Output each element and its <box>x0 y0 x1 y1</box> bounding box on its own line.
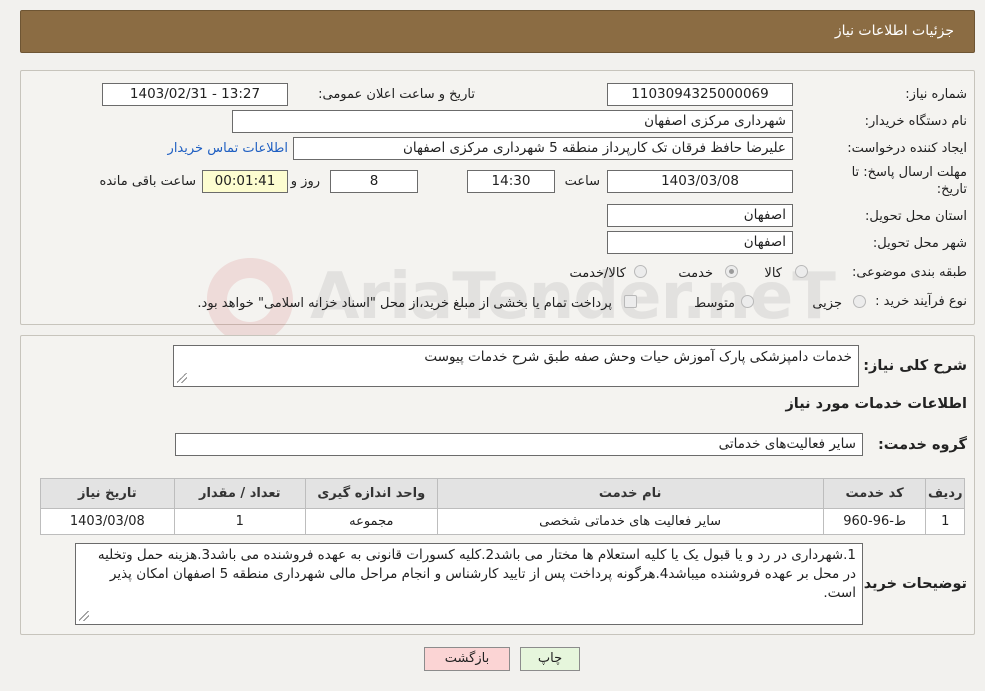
days-label: روز و <box>290 174 320 189</box>
creator-label: ایجاد کننده درخواست: <box>847 141 967 156</box>
category-option-goods-service: کالا/خدمت <box>569 266 626 281</box>
table-row: 1 ط-96-960 سایر فعالیت های خدماتی شخصی م… <box>40 508 965 535</box>
need-number-field: 1103094325000069 <box>607 83 793 106</box>
summary-field: خدمات دامپزشکی پارک آموزش حیات وحش صفه ط… <box>173 345 859 387</box>
resize-grip-icon[interactable] <box>177 373 187 383</box>
service-group-field: سایر فعالیت‌های خدماتی <box>175 433 863 456</box>
announce-label: تاریخ و ساعت اعلان عمومی: <box>318 87 475 102</box>
category-option-goods: کالا <box>764 266 782 281</box>
remaining-time-field: 00:01:41 <box>202 170 288 193</box>
page-header: جزئیات اطلاعات نیاز <box>20 10 975 53</box>
category-label: طبقه بندی موضوعی: <box>851 265 967 280</box>
col-row-number: ردیف <box>925 478 965 509</box>
cell-quantity: 1 <box>173 508 307 535</box>
buyer-notes-text: 1.شهرداری در رد و یا قبول یک یا کلیه است… <box>97 547 856 601</box>
col-service-code: کد خدمت <box>822 478 927 509</box>
services-table-header: ردیف کد خدمت نام خدمت واحد اندازه گیری ت… <box>40 478 965 509</box>
cell-need-date: 1403/03/08 <box>40 508 175 535</box>
process-label: نوع فرآیند خرید : <box>875 294 967 309</box>
buyer-notes-field: 1.شهرداری در رد و یا قبول یک یا کلیه است… <box>75 543 863 625</box>
process-radio-medium[interactable] <box>741 295 754 308</box>
col-quantity: تعداد / مقدار <box>173 478 307 509</box>
deadline-label-line2: تاریخ: <box>936 182 967 197</box>
col-service-name: نام خدمت <box>436 478 824 509</box>
cell-unit: مجموعه <box>305 508 438 535</box>
need-number-label: شماره نیاز: <box>905 87 967 102</box>
category-option-service: خدمت <box>678 266 713 281</box>
category-radio-goods-service[interactable] <box>634 265 647 278</box>
summary-text: خدمات دامپزشکی پارک آموزش حیات وحش صفه ط… <box>424 349 852 365</box>
buyer-org-label: نام دستگاه خریدار: <box>864 114 967 129</box>
remaining-label: ساعت باقی مانده <box>99 174 196 189</box>
services-section-title: اطلاعات خدمات مورد نیاز <box>785 396 967 412</box>
buyer-org-field: شهرداری مرکزی اصفهان <box>232 110 793 133</box>
announce-field: 1403/02/31 - 13:27 <box>102 83 288 106</box>
cell-service-code: ط-96-960 <box>822 508 927 535</box>
creator-field: علیرضا حافظ فرقان تک کارپرداز منطقه 5 شه… <box>293 137 793 160</box>
resize-grip-icon[interactable] <box>79 611 89 621</box>
category-radio-goods[interactable] <box>795 265 808 278</box>
services-table: ردیف کد خدمت نام خدمت واحد اندازه گیری ت… <box>40 478 965 535</box>
deadline-label-line1: مهلت ارسال پاسخ: تا <box>851 165 967 180</box>
city-field: اصفهان <box>607 231 793 254</box>
process-option-medium: متوسط <box>694 296 735 311</box>
payment-note: پرداخت تمام یا بخشی از مبلغ خرید،از محل … <box>197 296 612 311</box>
deadline-date-field: 1403/03/08 <box>607 170 793 193</box>
province-label: استان محل تحویل: <box>865 209 967 224</box>
col-unit: واحد اندازه گیری <box>305 478 438 509</box>
process-option-minor: جزیی <box>812 296 842 311</box>
deadline-time-field: 14:30 <box>467 170 555 193</box>
print-button[interactable]: چاپ <box>520 647 580 671</box>
page-title: جزئیات اطلاعات نیاز <box>834 23 954 39</box>
days-field: 8 <box>330 170 418 193</box>
buyer-contact-link[interactable]: اطلاعات تماس خریدار <box>168 141 288 156</box>
province-field: اصفهان <box>607 204 793 227</box>
cell-service-name: سایر فعالیت های خدماتی شخصی <box>436 508 824 535</box>
deadline-label: مهلت ارسال پاسخ: تا تاریخ: <box>852 164 967 198</box>
category-radio-service[interactable] <box>725 265 738 278</box>
city-label: شهر محل تحویل: <box>872 236 967 251</box>
service-group-label: گروه خدمت: <box>877 437 967 453</box>
back-button[interactable]: بازگشت <box>424 647 510 671</box>
cell-row-number: 1 <box>925 508 965 535</box>
deadline-time-label: ساعت <box>564 174 600 189</box>
summary-label: شرح کلی نیاز: <box>863 358 967 374</box>
treasury-payment-checkbox[interactable] <box>624 295 637 308</box>
col-need-date: تاریخ نیاز <box>40 478 175 509</box>
details-panel <box>20 70 975 325</box>
process-radio-minor[interactable] <box>853 295 866 308</box>
